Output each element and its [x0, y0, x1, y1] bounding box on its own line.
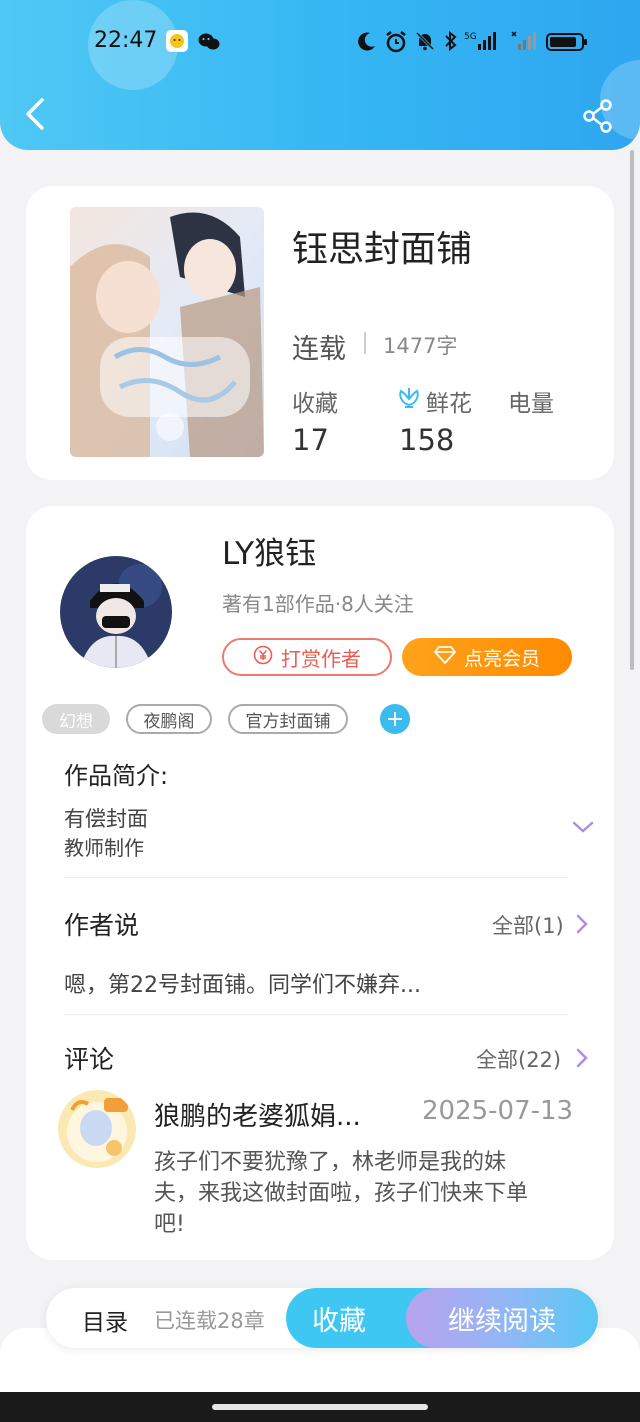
reward-author-button[interactable]: 打赏作者 — [222, 638, 392, 676]
author-name[interactable]: LY狼钰 — [222, 528, 316, 573]
stat-flowers[interactable]: 鲜花 158 — [396, 380, 496, 460]
svg-text:5G: 5G — [464, 32, 477, 42]
signal-5g-icon: 5G — [464, 30, 508, 58]
author-says-preview[interactable]: 嗯，第22号封面铺。同学们不嫌弃... — [64, 967, 421, 999]
comments-title: 评论 — [64, 1045, 115, 1074]
intro-line: 教师制作 — [64, 836, 144, 860]
share-icon — [583, 99, 612, 133]
chevron-down-icon — [572, 821, 594, 833]
status-time: 22:47 — [94, 28, 158, 53]
tag-fantasy[interactable]: 幻想 — [42, 704, 110, 734]
comment-text-line: 吧! — [154, 1212, 185, 1237]
divider — [364, 332, 366, 354]
notification-app-icon — [166, 30, 188, 52]
home-indicator[interactable] — [212, 1404, 428, 1410]
reward-author-label: 打赏作者 — [281, 646, 361, 671]
book-cover-image[interactable] — [70, 207, 264, 457]
signal-weak-icon — [510, 30, 540, 58]
add-tag-button[interactable]: + — [380, 704, 410, 734]
mute-bell-icon — [414, 30, 436, 56]
back-button[interactable] — [18, 94, 54, 134]
divider — [64, 1014, 568, 1015]
intro-title: 作品简介: — [64, 762, 169, 790]
battery-icon — [546, 32, 588, 56]
comment-date: 2025-07-13 — [422, 1096, 574, 1126]
chevron-left-icon — [26, 98, 44, 130]
stat-favorites-value: 17 — [292, 423, 329, 457]
expand-intro-button[interactable] — [568, 812, 598, 842]
moon-icon — [356, 30, 378, 56]
table-of-contents-button[interactable]: 目录 — [82, 1303, 128, 1337]
word-count: 1477字 — [383, 334, 458, 358]
stat-power-label: 电量 — [508, 391, 554, 417]
comment-text-line: 孩子们不要犹豫了，林老师是我的妹 — [154, 1150, 507, 1175]
author-meta: 著有1部作品·8人关注 — [222, 592, 414, 616]
chapter-count: 已连载28章 — [154, 1309, 265, 1333]
author-says-more-link[interactable]: 全部(1) — [490, 908, 600, 938]
top-header: 22:47 5G — [0, 0, 640, 150]
author-says-more-label: 全部(1) — [492, 914, 564, 938]
comments-more-link[interactable]: 全部(22) — [474, 1044, 600, 1074]
continue-reading-button[interactable]: 继续阅读 — [406, 1288, 598, 1348]
stat-flowers-value: 158 — [399, 423, 455, 457]
flower-icon — [396, 385, 422, 415]
chevron-right-icon — [576, 914, 588, 934]
yuan-coin-icon — [253, 645, 273, 670]
commenter-avatar[interactable] — [58, 1090, 136, 1168]
alarm-icon — [384, 30, 408, 58]
serial-status: 连载 — [292, 334, 346, 365]
commenter-name[interactable]: 狼鹏的老婆狐娟... — [154, 1096, 361, 1133]
stat-flowers-label: 鲜花 — [426, 391, 472, 417]
intro-line: 有偿封面 — [64, 807, 148, 831]
wechat-icon — [198, 32, 220, 56]
book-title: 钰思封面铺 — [292, 229, 473, 270]
stat-favorites-label: 收藏 — [292, 391, 338, 417]
share-button[interactable] — [580, 98, 616, 134]
comment-text-line: 夫，来我这做封面啦，孩子们快来下单 — [154, 1181, 529, 1206]
author-says-title: 作者说 — [64, 911, 140, 940]
author-avatar[interactable] — [60, 556, 172, 668]
chevron-right-icon — [576, 1048, 588, 1068]
diamond-icon — [434, 645, 456, 669]
activate-vip-button[interactable]: 点亮会员 — [402, 638, 572, 676]
bluetooth-icon — [442, 30, 460, 56]
tag-yepengge[interactable]: 夜鹏阁 — [126, 704, 212, 734]
divider — [64, 877, 568, 878]
scrollbar[interactable] — [630, 150, 634, 670]
comments-more-label: 全部(22) — [476, 1048, 562, 1072]
tag-official-cover-shop[interactable]: 官方封面铺 — [228, 704, 348, 734]
activate-vip-label: 点亮会员 — [463, 647, 540, 670]
status-bar: 22:47 5G — [0, 22, 640, 62]
